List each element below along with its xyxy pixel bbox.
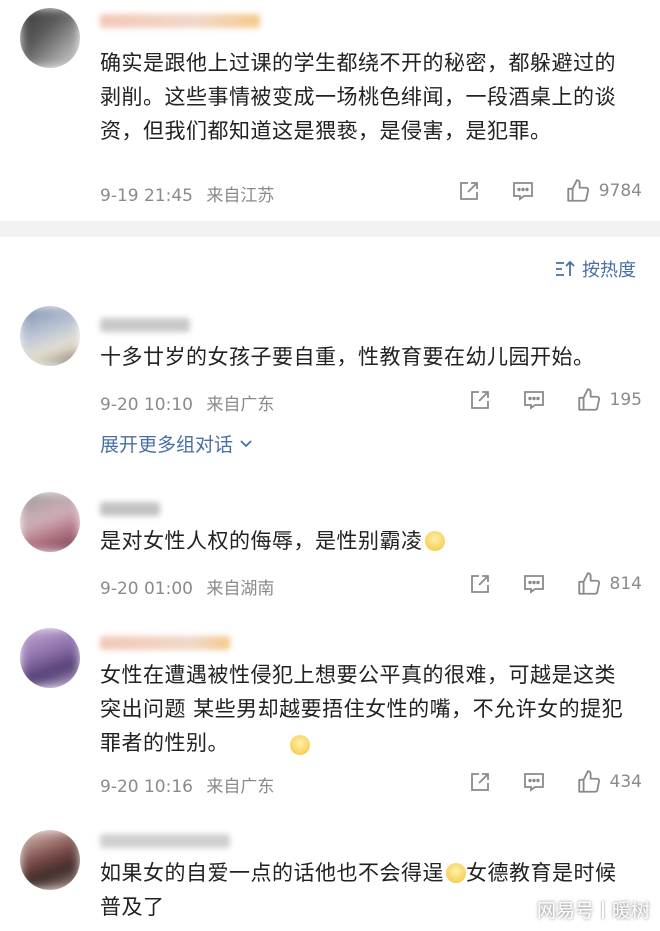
expand-conversation-link[interactable]: 展开更多组对话 xyxy=(100,430,253,457)
location: 来自广东 xyxy=(206,777,275,797)
watermark-separator xyxy=(601,900,604,919)
share-button[interactable] xyxy=(468,388,492,412)
like-button[interactable]: 9784 xyxy=(565,178,642,204)
like-count: 434 xyxy=(609,772,642,792)
avatar[interactable] xyxy=(20,306,80,366)
like-count: 9784 xyxy=(598,181,642,201)
timestamp: 9-20 10:10 xyxy=(100,395,193,415)
like-count: 195 xyxy=(609,390,642,410)
timestamp: 9-20 01:00 xyxy=(100,579,193,599)
avatar[interactable] xyxy=(20,830,80,890)
crying-emoji-icon xyxy=(290,735,310,755)
watermark: 网易号 暖树 xyxy=(537,896,650,923)
thumbs-up-icon xyxy=(577,388,600,411)
sad-emoji-icon xyxy=(424,531,445,551)
timestamp: 9-19 21:45 xyxy=(100,186,193,206)
grinning-emoji-icon xyxy=(446,863,466,883)
share-icon xyxy=(470,575,489,593)
sort-label: 按热度 xyxy=(582,260,636,281)
expand-label: 展开更多组对话 xyxy=(100,434,234,456)
username-blurred[interactable] xyxy=(100,502,160,516)
avatar[interactable] xyxy=(20,628,80,688)
share-icon xyxy=(470,773,489,791)
comment-button[interactable] xyxy=(522,572,546,596)
username-blurred[interactable] xyxy=(100,14,260,28)
watermark-author: 暖树 xyxy=(611,900,650,922)
location: 来自江苏 xyxy=(206,186,275,206)
chevron-down-icon xyxy=(240,440,252,448)
comment-button[interactable] xyxy=(522,770,546,794)
share-button[interactable] xyxy=(457,179,481,203)
thumbs-up-icon xyxy=(577,572,600,595)
comment-text-body: 是对女性人权的侮辱，是性别霸凌 xyxy=(100,529,423,553)
like-button[interactable]: 434 xyxy=(576,769,642,795)
share-button[interactable] xyxy=(468,572,492,596)
comment-meta: 9-19 21:45 来自江苏 xyxy=(100,181,274,206)
username-blurred[interactable] xyxy=(100,834,230,848)
location: 来自湖南 xyxy=(206,579,275,599)
comment-actions: 814 xyxy=(438,571,642,597)
thumbs-up-icon xyxy=(567,179,589,202)
avatar[interactable] xyxy=(20,8,80,68)
comment-text: 确实是跟他上过课的学生都绕不开的秘密，都躲避过的剥削。这些事情被变成一场桃色绯闻… xyxy=(100,51,616,143)
comment-meta: 9-20 10:16 来自广东 xyxy=(100,772,274,797)
like-button[interactable]: 195 xyxy=(576,387,642,413)
section-divider xyxy=(0,221,660,237)
comment-icon xyxy=(523,773,544,792)
comment-meta: 9-20 01:00 来自湖南 xyxy=(100,574,274,599)
share-icon xyxy=(470,391,489,409)
comment-icon xyxy=(512,182,533,201)
watermark-brand: 网易号 xyxy=(536,900,594,922)
thumbs-up-icon xyxy=(577,770,600,793)
comment-actions: 434 xyxy=(438,769,642,795)
comment-text: 十多廿岁的女孩子要自重，性教育要在幼儿园开始。 xyxy=(100,345,595,369)
timestamp: 9-20 10:16 xyxy=(100,777,193,797)
share-icon xyxy=(459,182,478,200)
like-button[interactable]: 814 xyxy=(576,571,642,597)
comment-button[interactable] xyxy=(511,179,535,203)
comment-icon xyxy=(523,575,544,594)
sort-icon xyxy=(556,260,575,276)
comment-icon xyxy=(523,391,544,410)
comment-meta: 9-20 10:10 来自广东 xyxy=(100,390,274,415)
comment-text: 是对女性人权的侮辱，是性别霸凌 xyxy=(100,524,636,558)
like-count: 814 xyxy=(609,574,642,594)
comment-button[interactable] xyxy=(522,388,546,412)
username-blurred[interactable] xyxy=(100,636,230,650)
comment-actions: 9784 xyxy=(427,178,642,204)
share-button[interactable] xyxy=(468,770,492,794)
comment-actions: 195 xyxy=(438,387,642,413)
comment-text: 女性在遭遇被性侵犯上想要公平真的很难，可越是这类突出问题 某些男却越要捂住女性的… xyxy=(100,663,624,755)
sort-button[interactable]: 按热度 xyxy=(554,256,636,282)
avatar[interactable] xyxy=(20,492,80,552)
comment-text-body: 如果女的自爱一点的话他也不会得逞 xyxy=(100,861,444,885)
username-blurred[interactable] xyxy=(100,318,190,332)
location: 来自广东 xyxy=(206,395,275,415)
